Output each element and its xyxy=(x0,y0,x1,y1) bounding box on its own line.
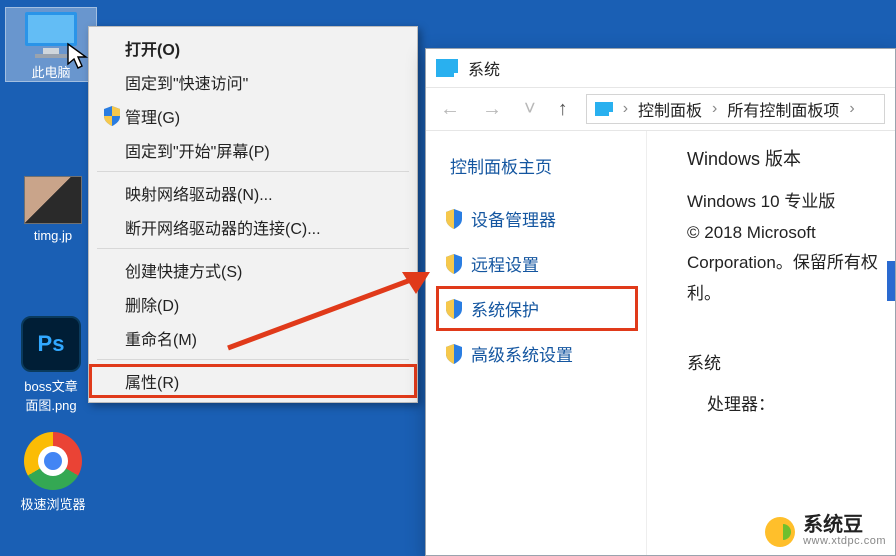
photoshop-file-icon: Ps xyxy=(21,316,81,372)
menu-label: 固定到"快速访问" xyxy=(125,70,403,94)
menu-properties[interactable]: 属性(R) xyxy=(89,364,417,398)
menu-pin-start[interactable]: 固定到"开始"屏幕(P) xyxy=(89,133,417,167)
copyright-text: © 2018 Microsoft Corporation。保留所有权利。 xyxy=(687,218,887,310)
navigation-bar: ← → ˅ ↑ › 控制面板 › 所有控制面板项 › xyxy=(426,87,895,131)
menu-manage[interactable]: 管理(G) xyxy=(89,99,417,133)
window-edge-accent xyxy=(887,261,895,301)
menu-disconnect-drive[interactable]: 断开网络驱动器的连接(C)... xyxy=(89,210,417,244)
menu-label: 属性(R) xyxy=(125,369,403,393)
menu-label: 删除(D) xyxy=(125,292,403,316)
cpu-label: 处理器： xyxy=(687,390,887,421)
nav-recent-button[interactable]: ˅ xyxy=(520,98,540,121)
desktop-icon-label: timg.jp xyxy=(8,228,98,243)
content-pane: Windows 版本 Windows 10 专业版 © 2018 Microso… xyxy=(646,131,895,555)
section-title: 系统 xyxy=(687,349,887,374)
sidebar-remote-settings[interactable]: 远程设置 xyxy=(436,241,638,286)
chrome-browser-icon xyxy=(24,432,82,490)
watermark-logo-icon xyxy=(765,517,795,547)
menu-label: 管理(G) xyxy=(125,104,403,128)
watermark-name: 系统豆 xyxy=(803,515,886,536)
desktop-icon-ps-file[interactable]: Ps boss文章 面图.png xyxy=(6,316,96,414)
sidebar-advanced-settings[interactable]: 高级系统设置 xyxy=(436,331,638,376)
menu-label: 固定到"开始"屏幕(P) xyxy=(125,138,403,162)
breadcrumb-separator: › xyxy=(712,100,717,118)
image-thumbnail-icon xyxy=(24,176,82,224)
desktop-icon-image[interactable]: timg.jp xyxy=(8,176,98,243)
context-menu: 打开(O) 固定到"快速访问" 管理(G) 固定到"开始"屏幕(P) 映射网络驱… xyxy=(88,26,418,403)
system-icon xyxy=(436,59,458,77)
menu-open[interactable]: 打开(O) xyxy=(89,31,417,65)
menu-separator xyxy=(97,248,409,249)
menu-label: 打开(O) xyxy=(125,36,403,60)
shield-icon xyxy=(445,299,463,319)
nav-back-button[interactable]: ← xyxy=(436,98,464,121)
window-titlebar[interactable]: 系统 xyxy=(426,49,895,87)
desktop-icon-this-pc[interactable]: 此电脑 xyxy=(6,8,96,81)
this-pc-icon xyxy=(19,8,83,62)
window-title: 系统 xyxy=(468,56,500,80)
sidebar-system-protection[interactable]: 系统保护 xyxy=(436,286,638,331)
sidebar-link-label: 设备管理器 xyxy=(471,206,556,231)
breadcrumb-item[interactable]: 控制面板 xyxy=(638,97,702,121)
shield-icon xyxy=(445,209,463,229)
sidebar-device-manager[interactable]: 设备管理器 xyxy=(436,196,638,241)
menu-separator xyxy=(97,359,409,360)
watermark-url: www.xtdpc.com xyxy=(803,536,886,548)
menu-pin-quick-access[interactable]: 固定到"快速访问" xyxy=(89,65,417,99)
breadcrumb-item[interactable]: 所有控制面板项 xyxy=(727,97,839,121)
address-bar[interactable]: › 控制面板 › 所有控制面板项 › xyxy=(586,94,885,124)
menu-label: 映射网络驱动器(N)... xyxy=(125,181,403,205)
sidebar-link-label: 高级系统设置 xyxy=(471,341,573,366)
menu-rename[interactable]: 重命名(M) xyxy=(89,321,417,355)
breadcrumb-separator: › xyxy=(623,100,628,118)
desktop-icon-label: boss文章 面图.png xyxy=(6,376,96,414)
menu-delete[interactable]: 删除(D) xyxy=(89,287,417,321)
watermark: 系统豆 www.xtdpc.com xyxy=(765,515,886,548)
desktop-icon-label: 此电脑 xyxy=(6,62,96,81)
menu-label: 重命名(M) xyxy=(125,326,403,350)
shield-icon xyxy=(99,106,125,126)
sidebar: 控制面板主页 设备管理器 远程设置 系统保护 高级系统设置 xyxy=(426,131,646,555)
system-properties-window: 系统 ← → ˅ ↑ › 控制面板 › 所有控制面板项 › 控制面板主页 设备管… xyxy=(425,48,896,556)
desktop-icon-browser[interactable]: 极速浏览器 xyxy=(8,432,98,513)
shield-icon xyxy=(445,344,463,364)
sidebar-link-label: 远程设置 xyxy=(471,251,539,276)
menu-map-drive[interactable]: 映射网络驱动器(N)... xyxy=(89,176,417,210)
shield-icon xyxy=(445,254,463,274)
sidebar-title: 控制面板主页 xyxy=(450,153,638,178)
breadcrumb-separator: › xyxy=(849,100,854,118)
menu-label: 创建快捷方式(S) xyxy=(125,258,403,282)
sidebar-link-label: 系统保护 xyxy=(471,296,539,321)
nav-up-button[interactable]: ↑ xyxy=(554,98,572,121)
menu-create-shortcut[interactable]: 创建快捷方式(S) xyxy=(89,253,417,287)
desktop-icon-label: 极速浏览器 xyxy=(8,494,98,513)
menu-separator xyxy=(97,171,409,172)
windows-edition: Windows 10 专业版 xyxy=(687,187,887,218)
menu-label: 断开网络驱动器的连接(C)... xyxy=(125,215,403,239)
section-title: Windows 版本 xyxy=(687,145,887,171)
nav-forward-button[interactable]: → xyxy=(478,98,506,121)
system-icon xyxy=(595,102,613,116)
